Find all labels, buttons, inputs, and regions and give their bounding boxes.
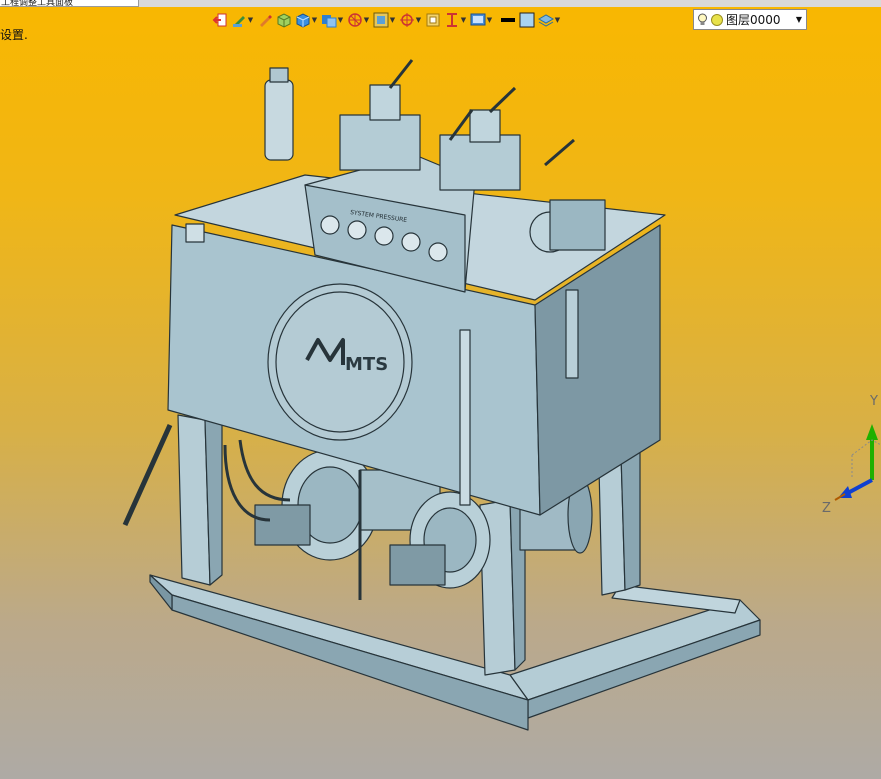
axis-triad[interactable]: Y Z: [822, 394, 881, 516]
model-viewport[interactable]: MTS SYSTEM PRESSURE Y Z: [0, 0, 881, 779]
logo-text: MTS: [345, 354, 388, 375]
hydraulic-unit-model: MTS SYSTEM PRESSURE: [122, 59, 761, 731]
axis-y-label: Y: [869, 394, 878, 409]
axis-z-label: Z: [822, 501, 831, 516]
